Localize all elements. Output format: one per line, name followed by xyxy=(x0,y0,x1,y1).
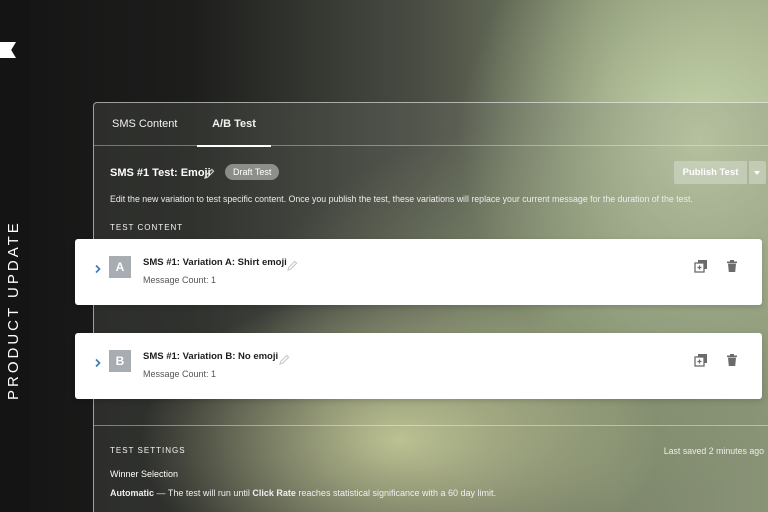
test-title: SMS #1 Test: Emoji xyxy=(110,167,211,179)
winner-selection-label: Winner Selection xyxy=(110,469,179,479)
tab-sms-content[interactable]: SMS Content xyxy=(112,103,177,146)
tab-bar: SMS Content A/B Test xyxy=(94,103,768,147)
chevron-right-icon[interactable] xyxy=(92,262,104,274)
ab-test-panel: SMS Content A/B Test SMS #1 Test: Emoji … xyxy=(93,102,768,512)
trash-icon[interactable] xyxy=(725,353,739,367)
status-badge: Draft Test xyxy=(225,164,280,180)
trash-icon[interactable] xyxy=(725,259,739,273)
automatic-label: Automatic xyxy=(110,488,155,498)
variation-card-b[interactable]: B SMS #1: Variation B: No emoji Message … xyxy=(75,333,762,399)
duplicate-icon[interactable] xyxy=(694,259,708,273)
message-count: Message Count: 1 xyxy=(143,275,217,285)
chevron-right-icon[interactable] xyxy=(92,356,104,368)
pencil-icon[interactable] xyxy=(204,168,215,179)
duplicate-icon[interactable] xyxy=(694,353,708,367)
variation-card-a[interactable]: A SMS #1: Variation A: Shirt emoji Messa… xyxy=(75,239,762,305)
pencil-icon[interactable] xyxy=(279,352,290,365)
divider xyxy=(94,425,768,426)
publish-test-button[interactable]: Publish Test xyxy=(674,161,747,184)
product-update-label: PRODUCT UPDATE xyxy=(5,220,22,400)
variation-letter-badge: A xyxy=(109,256,131,278)
metric-label: Click Rate xyxy=(252,488,296,498)
automatic-text-2: reaches statistical significance with a … xyxy=(295,488,497,498)
test-description: Edit the new variation to test specific … xyxy=(110,194,693,204)
test-settings-heading: TEST SETTINGS xyxy=(110,446,186,455)
tab-ab-test[interactable]: A/B Test xyxy=(197,103,271,147)
last-saved-text: Last saved 2 minutes ago xyxy=(663,446,764,456)
automatic-text-1: — The test will run until xyxy=(154,488,253,498)
automatic-description: Automatic — The test will run until Clic… xyxy=(110,488,496,498)
test-content-heading: TEST CONTENT xyxy=(110,223,184,232)
caret-down-icon[interactable] xyxy=(749,161,766,184)
message-count: Message Count: 1 xyxy=(143,369,217,379)
variation-letter-badge: B xyxy=(109,350,131,372)
pencil-icon[interactable] xyxy=(287,258,298,271)
variation-title: SMS #1: Variation A: Shirt emoji xyxy=(143,257,287,268)
variation-title: SMS #1: Variation B: No emoji xyxy=(143,351,279,362)
